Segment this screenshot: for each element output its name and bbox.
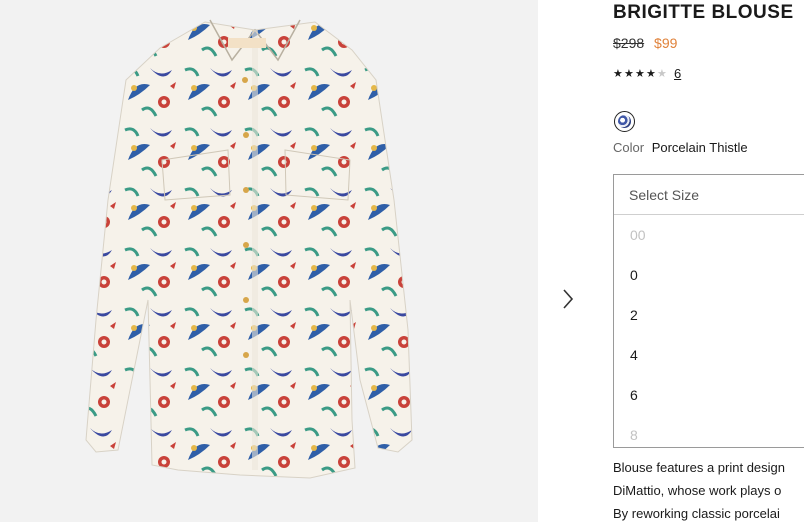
color-swatch-porcelain-thistle[interactable]: [614, 111, 635, 132]
product-info: BRIGITTE BLOUSE $298 $99 ★ ★ ★ ★ ★ 6 Col…: [613, 0, 804, 522]
description-line: By reworking classic porcelai: [613, 506, 780, 521]
size-dropdown[interactable]: Select Size 00 0 2 4 6 8: [613, 174, 804, 448]
color-label: Color: [613, 140, 645, 155]
size-option: 8: [630, 427, 638, 443]
size-option[interactable]: 0: [614, 255, 804, 295]
color-value: Porcelain Thistle: [651, 140, 748, 155]
star-icon: ★: [624, 68, 634, 80]
star-empty-icon: ★: [657, 68, 667, 80]
original-price: $298: [613, 35, 645, 51]
size-select-placeholder[interactable]: Select Size: [614, 175, 804, 215]
review-count-link[interactable]: 6: [674, 66, 681, 81]
description-line: DiMattio, whose work plays o: [613, 483, 782, 498]
product-gallery: [0, 0, 574, 522]
chevron-right-icon[interactable]: [558, 285, 578, 313]
star-icon: ★: [646, 68, 656, 80]
size-option[interactable]: 6: [614, 375, 804, 415]
product-title: BRIGITTE BLOUSE: [613, 2, 794, 23]
size-option[interactable]: 4: [614, 335, 804, 375]
sale-price: $99: [654, 35, 678, 51]
star-icon: ★: [635, 68, 645, 80]
product-image: [85, 19, 413, 479]
rating-stars[interactable]: ★ ★ ★ ★ ★ 6: [613, 66, 681, 81]
size-option[interactable]: 2: [614, 295, 804, 335]
swatch-pattern-icon: [618, 115, 631, 128]
star-icon: ★: [613, 68, 623, 80]
color-row: Color Porcelain Thistle: [613, 140, 748, 155]
price-row: $298 $99: [613, 35, 677, 51]
size-option: 00: [630, 227, 646, 243]
description-line: Blouse features a print design: [613, 460, 785, 475]
product-description: Blouse features a print design DiMattio,…: [613, 456, 785, 522]
